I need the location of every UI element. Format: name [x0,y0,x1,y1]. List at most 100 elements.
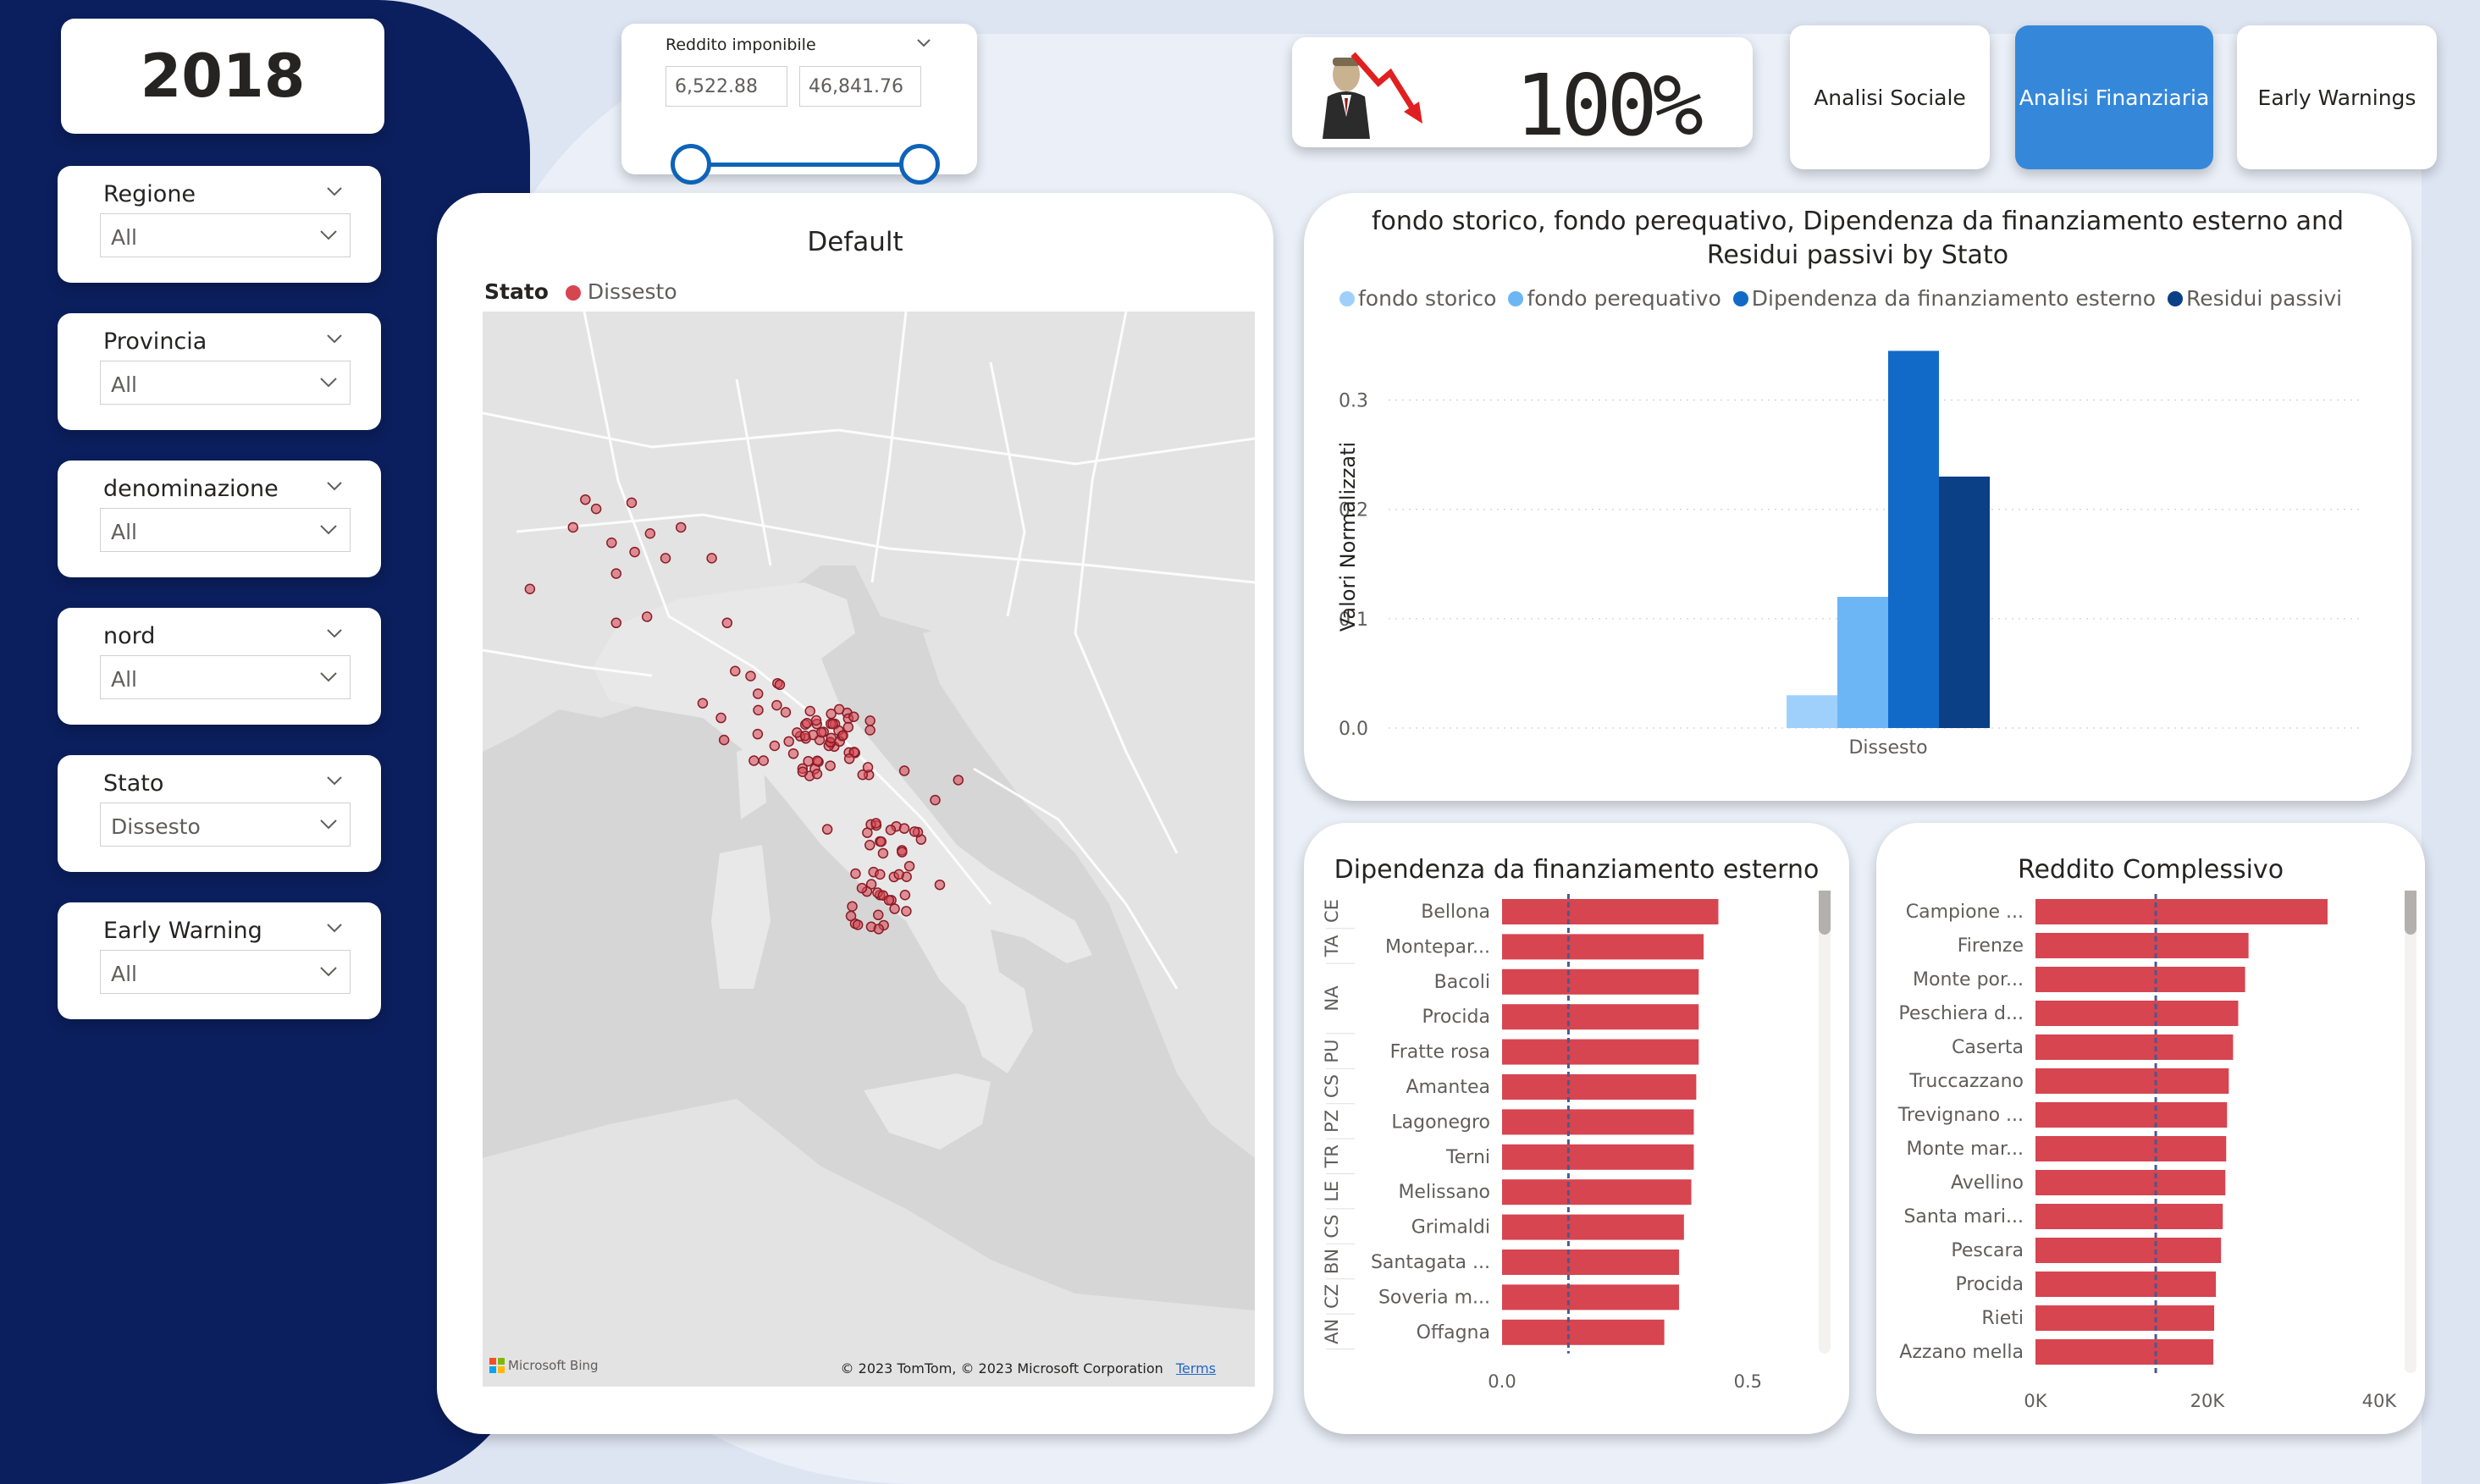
range-min-input[interactable]: 6,522.88 [666,66,787,107]
map-point[interactable] [758,755,770,766]
bar[interactable] [2035,1136,2227,1161]
map-point[interactable] [567,521,579,533]
map-point[interactable] [675,521,687,533]
map-point[interactable] [780,707,792,718]
map-point[interactable] [870,818,881,829]
map-point[interactable] [787,748,799,759]
italy-map[interactable] [483,312,1255,1387]
nav-analisi-sociale-button[interactable]: Analisi Sociale [1790,25,1990,169]
nav-analisi-finanziaria-button[interactable]: Analisi Finanziaria [2015,25,2213,169]
column-bar[interactable] [1888,350,1939,728]
legend-item[interactable]: Dipendenza da finanziamento esterno [1732,286,2156,311]
slicer-nord[interactable]: nord All [58,608,381,725]
map-point[interactable] [843,753,855,764]
bar[interactable] [2035,1305,2215,1331]
scrollbar-thumb[interactable] [1819,891,1831,935]
bar[interactable] [2035,1102,2228,1128]
map-point[interactable] [934,879,946,891]
map-point[interactable] [847,901,858,912]
bar[interactable] [1502,1109,1694,1135]
map-point[interactable] [898,823,910,834]
chevron-down-icon[interactable] [316,370,341,395]
bar[interactable] [1502,1284,1680,1310]
range-max-handle[interactable] [899,144,940,185]
slicer-dropdown[interactable]: All [100,655,351,699]
map-point[interactable] [660,553,671,564]
map-point[interactable] [804,705,815,717]
bar[interactable] [1502,1039,1699,1065]
reddito-bar-plot[interactable]: Campione ... Firenze Monte por... Peschiera… [1876,891,2425,1434]
map-point[interactable] [864,725,875,736]
map-point[interactable] [848,711,859,722]
map-point[interactable] [837,730,848,742]
slicer-regione[interactable]: Regione All [58,166,381,283]
map-point[interactable] [893,869,904,880]
chevron-down-icon[interactable] [316,665,341,690]
slicer-dropdown[interactable]: All [100,508,351,552]
chevron-down-icon[interactable] [322,621,347,647]
slicer-stato[interactable]: Stato Dissesto [58,755,381,872]
bar[interactable] [2035,967,2245,992]
chevron-down-icon[interactable] [322,179,347,205]
map-point[interactable] [930,794,941,806]
map-point[interactable] [862,762,874,773]
bar[interactable] [2035,933,2249,958]
map-point[interactable] [524,583,536,595]
map-point[interactable] [580,494,591,505]
map-point[interactable] [827,718,838,730]
scrollbar-track[interactable] [1819,891,1831,1354]
bar[interactable] [2035,1339,2214,1365]
map-point[interactable] [953,775,964,786]
map-point[interactable] [783,736,794,748]
slicer-dropdown[interactable]: All [100,950,351,994]
map-point[interactable] [729,665,741,677]
chevron-down-icon[interactable] [322,916,347,941]
bar[interactable] [1502,968,1699,995]
column-chart-plot[interactable]: 0.00.10.20.3Valori NormalizzatiDissesto [1304,320,2411,794]
bar[interactable] [2035,1068,2229,1094]
bar[interactable] [1502,1074,1697,1100]
slicer-early-warning[interactable]: Early Warning All [58,902,381,1019]
map-point[interactable] [629,546,640,558]
map-point[interactable] [909,826,920,837]
map-point[interactable] [842,721,854,733]
map-point[interactable] [774,679,786,691]
chevron-down-icon[interactable] [316,812,341,837]
map-point[interactable] [752,688,764,699]
map-point[interactable] [899,890,911,901]
bar[interactable] [1502,1004,1699,1030]
range-track[interactable] [691,163,920,167]
map-point[interactable] [718,734,730,746]
chevron-down-icon[interactable] [322,327,347,352]
map-point[interactable] [610,617,622,629]
map-point[interactable] [610,568,622,579]
map-point[interactable] [752,728,764,740]
scrollbar-thumb[interactable] [2405,891,2416,935]
map-point[interactable] [825,760,836,771]
map-point[interactable] [873,924,885,935]
map-point[interactable] [810,714,822,726]
map-point[interactable] [799,730,811,742]
bar[interactable] [2035,899,2328,924]
map-point[interactable] [873,909,884,921]
bar[interactable] [2035,1238,2222,1263]
map-canvas[interactable]: Microsoft Bing © 2023 TomTom, © 2023 Mic… [483,312,1255,1387]
map-point[interactable] [769,740,781,752]
range-min-handle[interactable] [671,144,711,185]
map-point[interactable] [641,611,653,622]
bar[interactable] [2035,1272,2217,1297]
slicer-dropdown[interactable]: Dissesto [100,803,351,847]
map-point[interactable] [898,765,910,776]
bar[interactable] [1502,1319,1665,1345]
slicer-denominazione[interactable]: denominazione All [58,461,381,577]
chevron-down-icon[interactable] [316,959,341,985]
terms-link[interactable]: Terms [1176,1360,1216,1376]
map-point[interactable] [864,715,875,726]
map-point[interactable] [875,836,887,847]
map-point[interactable] [875,869,886,880]
slicer-dropdown[interactable]: All [100,213,351,257]
map-point[interactable] [833,703,845,715]
map-point[interactable] [826,732,837,744]
column-bar[interactable] [1837,597,1888,728]
dipendenza-bar-plot[interactable]: Bellona Montepar... Bacoli Procida Fratte ro… [1304,891,1849,1434]
